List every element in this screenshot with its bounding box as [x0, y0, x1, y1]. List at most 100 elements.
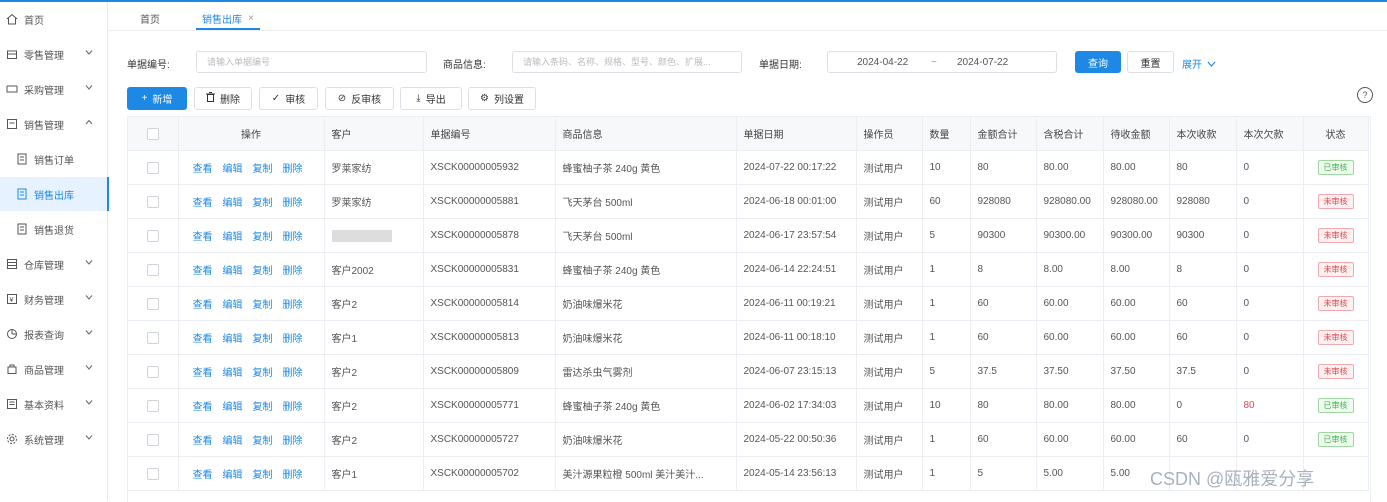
tab-sales-outbound[interactable]: 销售出库 × [196, 8, 260, 30]
edit-link[interactable]: 编辑 [223, 266, 243, 277]
row-checkbox[interactable] [146, 263, 159, 276]
view-link[interactable]: 查看 [193, 300, 213, 311]
view-link[interactable]: 查看 [193, 334, 213, 345]
edit-link[interactable]: 编辑 [223, 470, 243, 481]
export-button[interactable]: ⤓ 导出 [400, 87, 462, 110]
sidebar-item[interactable]: 销售管理 [0, 107, 107, 141]
delete-link[interactable]: 删除 [283, 402, 303, 413]
delete-link[interactable]: 删除 [283, 266, 303, 277]
row-checkbox[interactable] [146, 195, 159, 208]
table-row[interactable]: 查看 编辑 复制 删除 客户2 XSCK00000005727 奶油味爆米花 2024-05-… [128, 422, 1369, 457]
row-checkbox[interactable] [146, 399, 159, 412]
table-row[interactable]: 查看 编辑 复制 删除 罗莱家纺 XSCK00000005932 蜂蜜柚子茶 240g 黄色… [128, 150, 1369, 185]
close-icon[interactable]: × [248, 13, 254, 24]
approve-button[interactable]: ✓ 审核 [259, 87, 318, 110]
copy-link[interactable]: 复制 [253, 232, 273, 243]
row-select-cell[interactable] [128, 218, 179, 253]
copy-link[interactable]: 复制 [253, 470, 273, 481]
table-row[interactable]: 查看 编辑 复制 删除 客户2002 XSCK00000005831 蜂蜜柚子茶 240g … [128, 252, 1369, 287]
view-link[interactable]: 查看 [193, 266, 213, 277]
table-row[interactable]: 查看 编辑 复制 删除 客户2 XSCK00000005814 奶油味爆米花 2024-06-… [128, 286, 1369, 321]
row-checkbox[interactable] [146, 161, 159, 174]
row-select-cell[interactable] [128, 354, 179, 389]
sidebar-item[interactable]: 零售管理 [0, 37, 107, 71]
sidebar-item[interactable]: 报表查询 [0, 317, 107, 351]
row-checkbox[interactable] [146, 331, 159, 344]
row-select-cell[interactable] [128, 422, 179, 457]
reset-button[interactable]: 重置 [1127, 51, 1174, 73]
expand-toggle[interactable]: 展开 [1182, 56, 1216, 71]
row-select-cell[interactable] [128, 150, 179, 185]
copy-link[interactable]: 复制 [253, 266, 273, 277]
table-row[interactable]: 查看 编辑 复制 删除 客户2 XSCK00000005809 雷达杀虫气雾剂 2024-06… [128, 354, 1369, 389]
copy-link[interactable]: 复制 [253, 198, 273, 209]
bill-no-field[interactable] [196, 51, 427, 73]
copy-link[interactable]: 复制 [253, 300, 273, 311]
table-row[interactable]: 查看 编辑 复制 删除 XSCK00000005878 飞天茅台 500ml 2024-06… [128, 218, 1369, 253]
view-link[interactable]: 查看 [193, 368, 213, 379]
date-start[interactable]: 2024-04-22 [857, 57, 908, 68]
edit-link[interactable]: 编辑 [223, 436, 243, 447]
sidebar-item[interactable]: ¥ 财务管理 [0, 282, 107, 316]
help-icon[interactable]: ? [1357, 87, 1373, 103]
column-settings-button[interactable]: ⚙ 列设置 [468, 87, 536, 110]
sidebar-item[interactable]: 基本资料 [0, 387, 107, 421]
sidebar-item[interactable]: 系统管理 [0, 422, 107, 456]
view-link[interactable]: 查看 [193, 198, 213, 209]
table-row[interactable]: 查看 编辑 复制 删除 客户1 XSCK00000005813 奶油味爆米花 2024-06-… [128, 320, 1369, 355]
view-link[interactable]: 查看 [193, 232, 213, 243]
table-row[interactable]: 查看 编辑 复制 删除 罗莱家纺 XSCK00000005881 飞天茅台 500ml 202… [128, 184, 1369, 219]
delete-link[interactable]: 删除 [283, 368, 303, 379]
edit-link[interactable]: 编辑 [223, 334, 243, 345]
copy-link[interactable]: 复制 [253, 164, 273, 175]
bill-no-input[interactable] [205, 56, 426, 68]
unapprove-button[interactable]: ⊘ 反审核 [325, 87, 394, 110]
edit-link[interactable]: 编辑 [223, 232, 243, 243]
delete-link[interactable]: 删除 [283, 436, 303, 447]
search-button[interactable]: 查询 [1075, 51, 1121, 73]
copy-link[interactable]: 复制 [253, 436, 273, 447]
edit-link[interactable]: 编辑 [223, 300, 243, 311]
copy-link[interactable]: 复制 [253, 334, 273, 345]
row-checkbox[interactable] [146, 433, 159, 446]
delete-link[interactable]: 删除 [283, 300, 303, 311]
view-link[interactable]: 查看 [193, 164, 213, 175]
add-button[interactable]: + 新增 [127, 87, 187, 110]
row-select-cell[interactable] [128, 286, 179, 321]
delete-link[interactable]: 删除 [283, 470, 303, 481]
select-all-cell[interactable] [128, 117, 179, 151]
row-checkbox[interactable] [146, 467, 159, 480]
tab-home[interactable]: 首页 [134, 8, 166, 28]
row-select-cell[interactable] [128, 184, 179, 219]
edit-link[interactable]: 编辑 [223, 368, 243, 379]
row-select-cell[interactable] [128, 320, 179, 355]
edit-link[interactable]: 编辑 [223, 198, 243, 209]
date-range-picker[interactable]: 2024-04-22 ~ 2024-07-22 [827, 51, 1057, 73]
edit-link[interactable]: 编辑 [223, 164, 243, 175]
sidebar-item[interactable]: 销售出库 [0, 177, 109, 211]
delete-link[interactable]: 删除 [283, 198, 303, 209]
copy-link[interactable]: 复制 [253, 368, 273, 379]
row-select-cell[interactable] [128, 456, 179, 491]
row-checkbox[interactable] [146, 297, 159, 310]
sidebar-item[interactable]: 采购管理 [0, 72, 107, 106]
sidebar-item[interactable]: 商品管理 [0, 352, 107, 386]
row-checkbox[interactable] [146, 365, 159, 378]
row-checkbox[interactable] [146, 229, 159, 242]
date-end[interactable]: 2024-07-22 [957, 57, 1008, 68]
row-select-cell[interactable] [128, 388, 179, 423]
delete-button[interactable]: 删除 [194, 87, 252, 110]
delete-link[interactable]: 删除 [283, 232, 303, 243]
goods-info-field[interactable] [512, 51, 742, 73]
view-link[interactable]: 查看 [193, 470, 213, 481]
sidebar-item[interactable]: 销售订单 [0, 142, 107, 176]
delete-link[interactable]: 删除 [283, 334, 303, 345]
view-link[interactable]: 查看 [193, 402, 213, 413]
sidebar-item[interactable]: 仓库管理 [0, 247, 107, 281]
sidebar-item[interactable]: 销售退货 [0, 212, 107, 246]
edit-link[interactable]: 编辑 [223, 402, 243, 413]
delete-link[interactable]: 删除 [283, 164, 303, 175]
view-link[interactable]: 查看 [193, 436, 213, 447]
goods-info-input[interactable] [521, 56, 741, 68]
copy-link[interactable]: 复制 [253, 402, 273, 413]
